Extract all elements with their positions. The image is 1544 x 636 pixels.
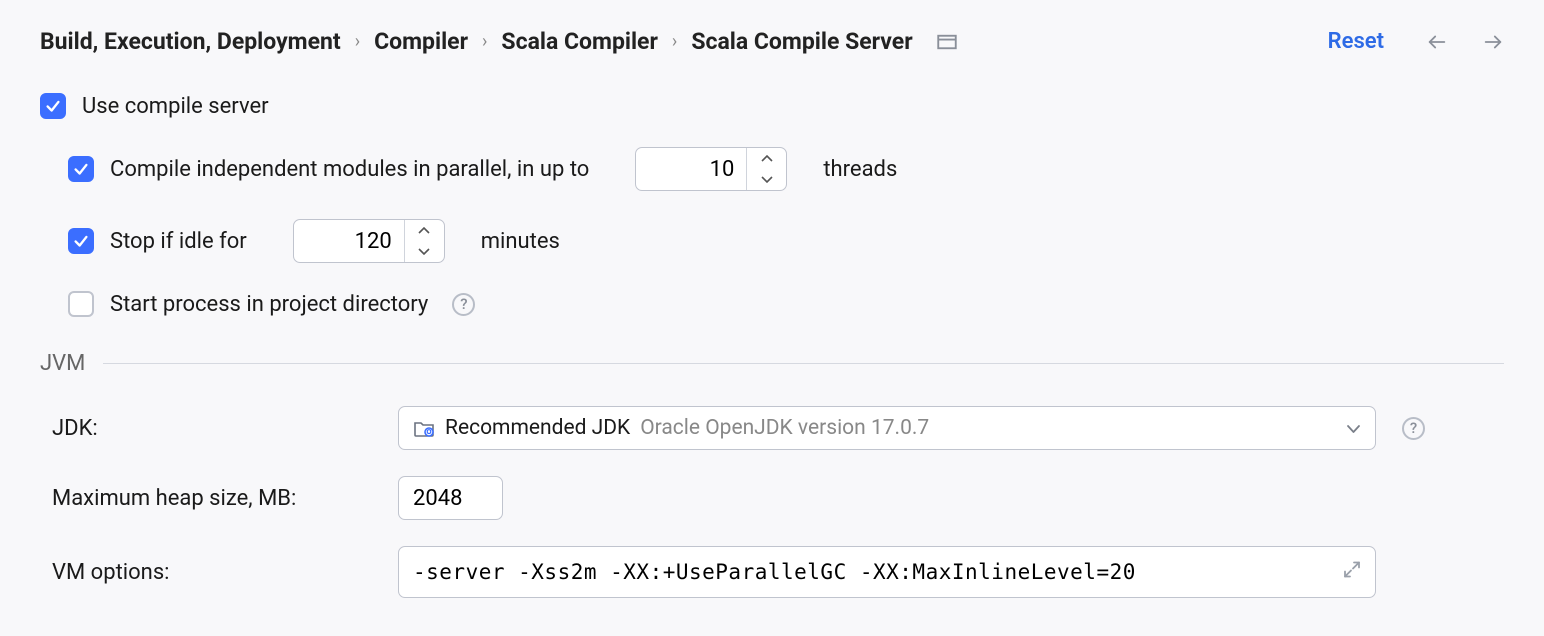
chevron-right-icon: ›: [355, 31, 360, 52]
forward-button[interactable]: [1482, 31, 1504, 53]
stepper-up-icon[interactable]: [405, 220, 444, 241]
parallel-threads-stepper[interactable]: [635, 147, 787, 191]
window-icon: [937, 32, 957, 52]
vm-options-input[interactable]: [398, 546, 1376, 598]
expand-icon[interactable]: [1342, 560, 1362, 585]
stop-idle-input[interactable]: [294, 220, 404, 262]
stop-idle-unit: minutes: [481, 229, 560, 254]
stop-idle-stepper[interactable]: [293, 219, 445, 263]
breadcrumb-item[interactable]: Scala Compiler: [501, 28, 657, 55]
chevron-right-icon: ›: [672, 31, 677, 52]
chevron-right-icon: ›: [482, 31, 487, 52]
jdk-label: JDK:: [52, 416, 380, 441]
use-compile-server-checkbox[interactable]: [40, 93, 66, 119]
stop-idle-checkbox[interactable]: [68, 228, 94, 254]
start-in-project-label: Start process in project directory: [110, 292, 428, 317]
breadcrumb-item[interactable]: Build, Execution, Deployment: [40, 28, 341, 55]
jdk-detail: Oracle OpenJDK version 17.0.7: [640, 416, 929, 440]
use-compile-server-label: Use compile server: [82, 94, 269, 119]
start-in-project-checkbox[interactable]: [68, 291, 94, 317]
stepper-down-icon[interactable]: [747, 169, 786, 190]
heap-size-label: Maximum heap size, MB:: [52, 486, 380, 511]
parallel-threads-unit: threads: [823, 157, 897, 182]
jvm-section-title: JVM: [40, 351, 85, 376]
reset-button[interactable]: Reset: [1328, 29, 1384, 54]
divider: [103, 363, 1504, 364]
stop-idle-label: Stop if idle for: [110, 229, 247, 254]
chevron-down-icon: [1346, 416, 1361, 440]
breadcrumb-item[interactable]: Scala Compile Server: [691, 28, 912, 55]
jdk-name: Recommended JDK: [445, 416, 630, 440]
compile-parallel-label: Compile independent modules in parallel,…: [110, 157, 589, 182]
folder-icon: [413, 418, 435, 438]
jdk-select[interactable]: Recommended JDK Oracle OpenJDK version 1…: [398, 406, 1376, 450]
breadcrumb: Build, Execution, Deployment › Compiler …: [40, 28, 957, 55]
vm-options-label: VM options:: [52, 560, 380, 585]
stepper-down-icon[interactable]: [405, 241, 444, 262]
help-icon[interactable]: ?: [452, 293, 475, 316]
parallel-threads-input[interactable]: [636, 148, 746, 190]
help-icon[interactable]: ?: [1402, 417, 1425, 440]
stepper-up-icon[interactable]: [747, 148, 786, 169]
back-button[interactable]: [1426, 31, 1448, 53]
heap-size-input[interactable]: [398, 476, 503, 520]
breadcrumb-item[interactable]: Compiler: [374, 28, 468, 55]
compile-parallel-checkbox[interactable]: [68, 156, 94, 182]
